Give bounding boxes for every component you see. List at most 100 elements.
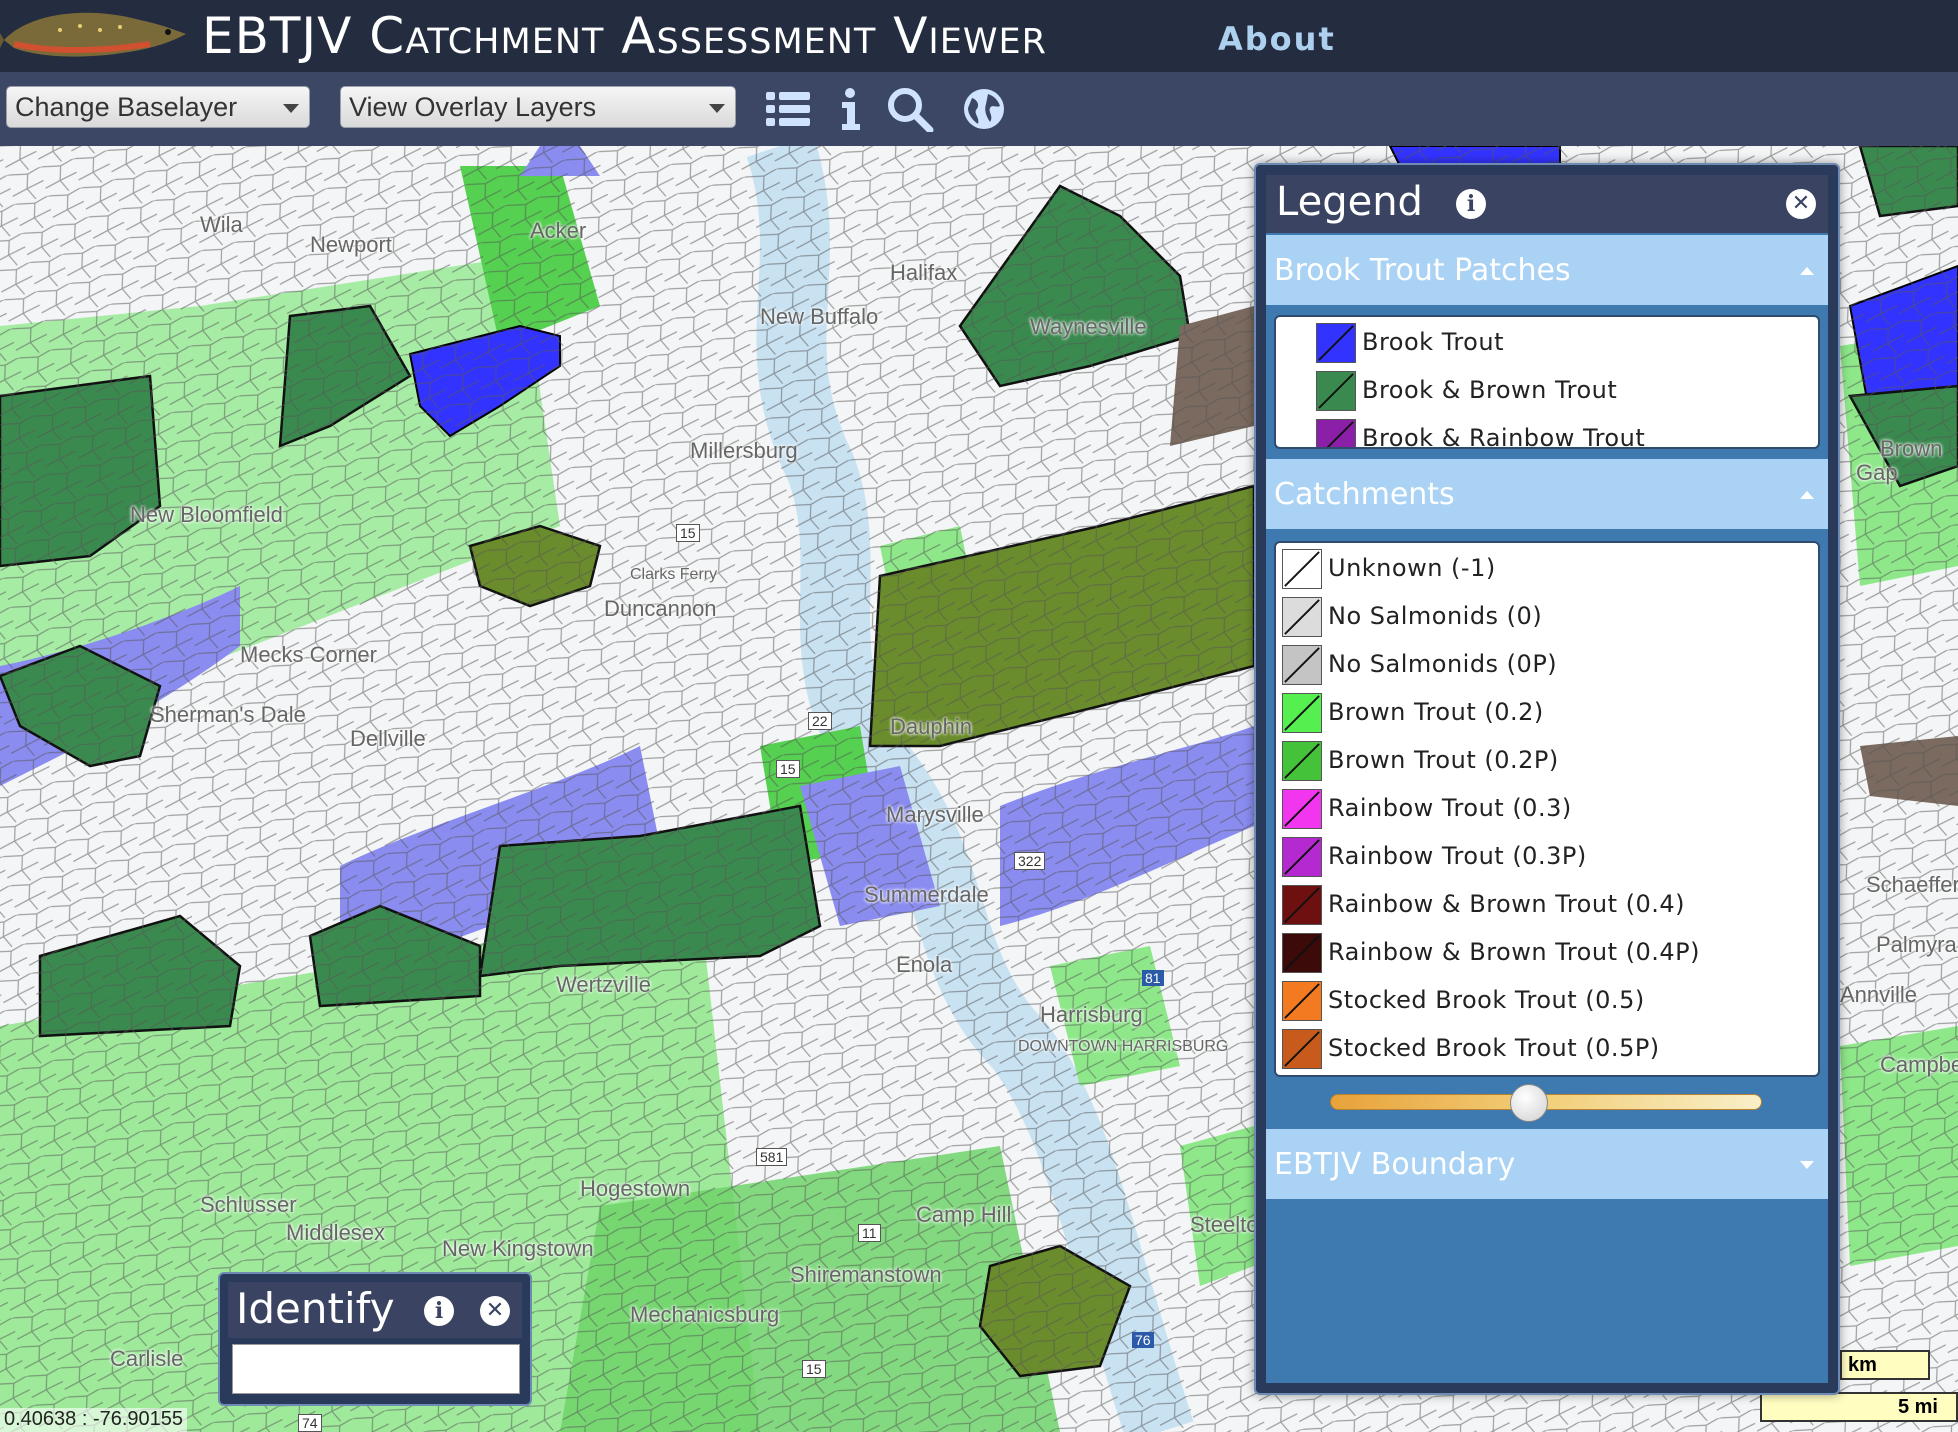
legend-item: Rainbow Trout (0.3P) xyxy=(1276,833,1796,881)
chevron-down-icon xyxy=(709,104,725,113)
app-title: EBTJV Catchment Assessment Viewer xyxy=(202,7,1047,65)
place-label: Acker xyxy=(530,218,587,243)
list-icon[interactable] xyxy=(764,86,812,132)
legend-swatch xyxy=(1282,549,1322,589)
legend-item-label: Rainbow & Brown Trout (0.4P) xyxy=(1328,938,1700,966)
legend-item-label: Brook & Brown Trout xyxy=(1362,376,1618,404)
legend-item-label: No Salmonids (0) xyxy=(1328,602,1543,630)
app-header: EBTJV Catchment Assessment Viewer About xyxy=(0,0,1958,72)
info-icon[interactable]: i xyxy=(424,1296,454,1326)
catchment-legend-list: Unknown (-1) No Salmonids (0) No Salmonids… xyxy=(1274,541,1820,1077)
legend-item: Stocked Brook Trout (0.5) xyxy=(1276,977,1796,1025)
info-icon[interactable] xyxy=(828,86,876,132)
place-label: Gap xyxy=(1856,460,1898,485)
section-title: Catchments xyxy=(1274,477,1455,512)
legend-item: Brown Trout (0.2) xyxy=(1276,689,1796,737)
legend-item: Stocked Brook Trout (0.5P) xyxy=(1276,1025,1796,1073)
legend-swatch xyxy=(1316,371,1356,411)
legend-item: No Salmonids (0P) xyxy=(1276,641,1796,689)
place-label: Marysville xyxy=(886,802,984,827)
place-label: Mecks Corner xyxy=(240,642,377,667)
place-label: Palmyra xyxy=(1876,932,1957,957)
chevron-down-icon xyxy=(1800,1161,1814,1169)
legend-item-label: Rainbow & Brown Trout (0.4) xyxy=(1328,890,1686,918)
place-label: Annville xyxy=(1840,982,1918,1007)
search-icon[interactable] xyxy=(886,86,934,132)
place-label: Enola xyxy=(896,952,953,977)
identify-title: Identify xyxy=(236,1284,395,1333)
section-header-ebtjv-boundary[interactable]: EBTJV Boundary xyxy=(1266,1129,1828,1199)
legend-swatch xyxy=(1316,419,1356,447)
legend-swatch xyxy=(1282,789,1322,829)
legend-item-label: Brook Trout xyxy=(1362,328,1504,356)
legend-swatch xyxy=(1282,885,1322,925)
road-shield: 581 xyxy=(756,1148,788,1166)
legend-item-label: Stocked Brook Trout (0.5P) xyxy=(1328,1034,1660,1062)
legend-item: No Salmonids (0) xyxy=(1276,593,1796,641)
legend-item-label: Rainbow Trout (0.3P) xyxy=(1328,842,1587,870)
road-shield: 11 xyxy=(858,1224,881,1242)
overlay-layers-select[interactable]: View Overlay Layers xyxy=(340,86,736,128)
place-label: Wertzville xyxy=(556,972,651,997)
place-label: Halifax xyxy=(890,260,958,285)
road-shield: 322 xyxy=(1014,852,1046,870)
place-label: Middlesex xyxy=(286,1220,386,1245)
identify-results xyxy=(232,1344,520,1394)
place-label: Sherman's Dale xyxy=(150,702,306,727)
place-label: Millersburg xyxy=(690,438,798,463)
legend-item: Brook & Brown Trout xyxy=(1276,367,1796,415)
place-label: New Buffalo xyxy=(760,304,879,329)
place-label: Dellville xyxy=(350,726,426,751)
legend-item: Rainbow Trout (0.3) xyxy=(1276,785,1796,833)
opacity-slider[interactable] xyxy=(1330,1084,1762,1122)
road-shield: 74 xyxy=(298,1414,322,1432)
road-shield: 15 xyxy=(776,760,800,778)
close-icon[interactable]: ✕ xyxy=(480,1296,510,1326)
legend-item-label: Brook & Rainbow Trout xyxy=(1362,424,1646,449)
info-icon[interactable]: i xyxy=(1456,189,1486,219)
overlay-select-value: View Overlay Layers xyxy=(349,92,597,122)
legend-swatch xyxy=(1282,597,1322,637)
scale-bar-km: km xyxy=(1840,1350,1930,1380)
legend-body: Legend i ✕ Brook Trout Patches Brook Tro… xyxy=(1266,175,1828,1383)
legend-swatch xyxy=(1282,981,1322,1021)
road-shield: 15 xyxy=(676,524,700,542)
legend-item: Rainbow & Brown Trout (0.4) xyxy=(1276,881,1796,929)
place-label: Schaefferstown xyxy=(1866,872,1958,897)
baselayer-select[interactable]: Change Baselayer xyxy=(6,86,310,128)
legend-item: Brook Trout xyxy=(1276,319,1796,367)
place-label: Summerdale xyxy=(864,882,989,907)
cursor-coordinates: 0.40638 : -76.90155 xyxy=(0,1408,188,1432)
place-label: Harrisburg xyxy=(1040,1002,1143,1027)
place-label: Schlusser xyxy=(200,1192,297,1217)
globe-icon[interactable] xyxy=(960,86,1008,132)
legend-swatch xyxy=(1282,693,1322,733)
close-icon[interactable]: ✕ xyxy=(1786,189,1816,219)
section-header-catchments[interactable]: Catchments xyxy=(1266,459,1828,529)
legend-item: Brown Trout (0.2P) xyxy=(1276,737,1796,785)
place-label: Shiremanstown xyxy=(790,1262,942,1287)
legend-item-label: Brown Trout (0.2P) xyxy=(1328,746,1559,774)
section-header-brook-trout-patches[interactable]: Brook Trout Patches xyxy=(1266,235,1828,305)
place-label: Camp Hill xyxy=(916,1202,1012,1227)
chevron-up-icon xyxy=(1800,491,1814,499)
about-link[interactable]: About xyxy=(1218,20,1336,58)
legend-panel: Legend i ✕ Brook Trout Patches Brook Tro… xyxy=(1254,163,1840,1395)
place-label: Clarks Ferry xyxy=(630,566,718,583)
place-label: Dauphin xyxy=(890,714,972,739)
legend-item-label: Unknown (-1) xyxy=(1328,554,1496,582)
road-shield: 22 xyxy=(808,712,832,730)
legend-swatch xyxy=(1282,645,1322,685)
legend-swatch xyxy=(1282,1029,1322,1069)
section-title: Brook Trout Patches xyxy=(1274,253,1571,288)
place-label: Duncannon xyxy=(604,596,717,621)
brook-trout-logo xyxy=(0,12,186,57)
legend-item-label: Brown Trout (0.2) xyxy=(1328,698,1544,726)
place-label: Mechanicsburg xyxy=(630,1302,780,1327)
place-label: Newport xyxy=(310,232,392,257)
road-shield: 81 xyxy=(1142,970,1164,986)
legend-swatch xyxy=(1316,323,1356,363)
place-label: Hogestown xyxy=(580,1176,691,1201)
slider-thumb[interactable] xyxy=(1510,1084,1548,1122)
scale-bar-mi: 5 mi xyxy=(1760,1392,1958,1422)
